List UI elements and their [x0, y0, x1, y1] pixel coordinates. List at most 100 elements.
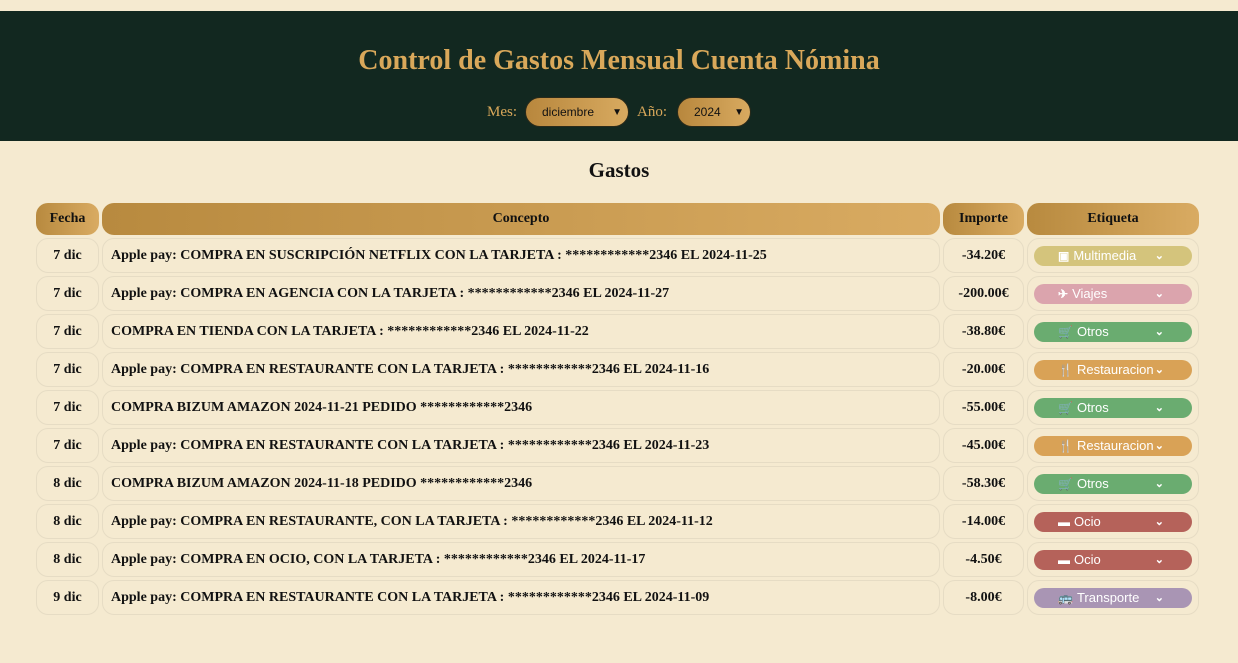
row-concept: Apple pay: COMPRA EN AGENCIA CON LA TARJ…	[102, 276, 940, 311]
multimedia-icon: ▣	[1058, 248, 1070, 263]
tag-label: Otros	[1076, 324, 1109, 339]
bus-icon: 🚌	[1058, 590, 1073, 605]
chevron-down-icon: ▼	[734, 106, 744, 118]
table-row: 7 dic Apple pay: COMPRA EN RESTAURANTE CO…	[36, 352, 1199, 387]
page-title: Control de Gastos Mensual Cuenta Nómina	[358, 45, 880, 76]
tag-label-group: 🛒 Otros	[1058, 476, 1109, 491]
column-header-concepto: Concepto	[102, 203, 940, 235]
chevron-down-icon: ⌄	[1154, 250, 1164, 262]
tag-label-group: 🚌 Transporte	[1058, 590, 1139, 605]
tag-label: Restauracion	[1076, 438, 1154, 453]
month-value: diciembre	[542, 105, 595, 119]
row-concept: COMPRA EN TIENDA CON LA TARJETA : ******…	[102, 314, 940, 349]
tag-label: Otros	[1076, 400, 1109, 415]
table-row: 8 dic Apple pay: COMPRA EN RESTAURANTE, C…	[36, 504, 1199, 539]
tag-label-group: ▬ Ocio	[1058, 514, 1101, 529]
row-amount: -14.00€	[943, 504, 1024, 539]
row-date: 7 dic	[36, 314, 99, 349]
row-date: 7 dic	[36, 238, 99, 273]
tag-label: Ocio	[1074, 552, 1101, 567]
utensils-icon: 🍴	[1058, 362, 1073, 377]
cart-icon: 🛒	[1058, 324, 1073, 339]
row-amount: -38.80€	[943, 314, 1024, 349]
row-date: 9 dic	[36, 580, 99, 615]
chevron-down-icon: ⌄	[1154, 592, 1164, 604]
row-concept: Apple pay: COMPRA EN SUSCRIPCIÓN NETFLIX…	[102, 238, 940, 273]
tag-label-group: ▣ Multimedia	[1058, 248, 1136, 263]
chevron-down-icon: ⌄	[1154, 288, 1164, 300]
tag-select[interactable]: 🍴 Restauracion ⌄	[1034, 435, 1192, 456]
row-tag-cell: 🍴 Restauracion ⌄	[1027, 352, 1199, 387]
row-tag-cell: 🚌 Transporte ⌄	[1027, 580, 1199, 615]
column-header-etiqueta: Etiqueta	[1027, 203, 1199, 235]
tag-select[interactable]: 🛒 Otros ⌄	[1034, 321, 1192, 342]
date-filters: Mes: diciembre ▼ Año: 2024 ▼	[0, 97, 1238, 127]
table-row: 7 dic COMPRA BIZUM AMAZON 2024-11-21 PEDI…	[36, 390, 1199, 425]
row-amount: -34.20€	[943, 238, 1024, 273]
tag-label: Ocio	[1074, 514, 1101, 529]
year-label: Año:	[637, 103, 667, 120]
table-row: 8 dic Apple pay: COMPRA EN OCIO, CON LA T…	[36, 542, 1199, 577]
chevron-down-icon: ⌄	[1154, 478, 1164, 490]
chevron-down-icon: ⌄	[1154, 364, 1164, 376]
chevron-down-icon: ▼	[612, 106, 622, 118]
chevron-down-icon: ⌄	[1154, 402, 1164, 414]
row-date: 7 dic	[36, 390, 99, 425]
tag-select[interactable]: ✈ Viajes ⌄	[1034, 283, 1192, 304]
tag-select[interactable]: 🛒 Otros ⌄	[1034, 473, 1192, 494]
row-concept: Apple pay: COMPRA EN RESTAURANTE CON LA …	[102, 580, 940, 615]
row-tag-cell: ▬ Ocio ⌄	[1027, 542, 1199, 577]
tag-select[interactable]: ▬ Ocio ⌄	[1034, 511, 1192, 532]
cart-icon: 🛒	[1058, 476, 1073, 491]
expenses-table: Fecha Concepto Importe Etiqueta 7 dic App…	[36, 203, 1199, 618]
tag-label: Restauracion	[1076, 362, 1154, 377]
cart-icon: 🛒	[1058, 400, 1073, 415]
chevron-down-icon: ⌄	[1154, 516, 1164, 528]
tag-select[interactable]: 🍴 Restauracion ⌄	[1034, 359, 1192, 380]
row-tag-cell: 🍴 Restauracion ⌄	[1027, 428, 1199, 463]
row-date: 7 dic	[36, 276, 99, 311]
month-select[interactable]: diciembre ▼	[525, 97, 629, 127]
row-amount: -200.00€	[943, 276, 1024, 311]
chevron-down-icon: ⌄	[1154, 440, 1164, 452]
table-row: 7 dic Apple pay: COMPRA EN RESTAURANTE CO…	[36, 428, 1199, 463]
row-tag-cell: ▣ Multimedia ⌄	[1027, 238, 1199, 273]
table-body: 7 dic Apple pay: COMPRA EN SUSCRIPCIÓN NE…	[36, 238, 1199, 615]
row-concept: Apple pay: COMPRA EN RESTAURANTE, CON LA…	[102, 504, 940, 539]
ticket-icon: ▬	[1058, 514, 1070, 529]
table-header: Fecha Concepto Importe Etiqueta	[36, 203, 1199, 235]
column-header-importe: Importe	[943, 203, 1024, 235]
tag-label: Viajes	[1072, 286, 1108, 301]
row-tag-cell: 🛒 Otros ⌄	[1027, 466, 1199, 501]
row-concept: Apple pay: COMPRA EN RESTAURANTE CON LA …	[102, 352, 940, 387]
tag-select[interactable]: 🛒 Otros ⌄	[1034, 397, 1192, 418]
table-row: 8 dic COMPRA BIZUM AMAZON 2024-11-18 PEDI…	[36, 466, 1199, 501]
row-tag-cell: ✈ Viajes ⌄	[1027, 276, 1199, 311]
year-select[interactable]: 2024 ▼	[677, 97, 751, 127]
tag-label-group: 🛒 Otros	[1058, 324, 1109, 339]
section-title: Gastos	[588, 158, 650, 182]
page-header: Control de Gastos Mensual Cuenta Nómina …	[0, 11, 1238, 141]
row-amount: -4.50€	[943, 542, 1024, 577]
tag-label-group: ▬ Ocio	[1058, 552, 1101, 567]
tag-select[interactable]: ▣ Multimedia ⌄	[1034, 245, 1192, 266]
tag-label-group: 🍴 Restauracion	[1058, 362, 1154, 377]
row-concept: COMPRA BIZUM AMAZON 2024-11-21 PEDIDO **…	[102, 390, 940, 425]
table-row: 7 dic Apple pay: COMPRA EN AGENCIA CON LA…	[36, 276, 1199, 311]
tag-select[interactable]: ▬ Ocio ⌄	[1034, 549, 1192, 570]
table-row: 7 dic COMPRA EN TIENDA CON LA TARJETA : *…	[36, 314, 1199, 349]
row-date: 7 dic	[36, 352, 99, 387]
tag-label: Multimedia	[1073, 248, 1137, 263]
month-label: Mes:	[487, 103, 517, 120]
tag-label-group: 🛒 Otros	[1058, 400, 1109, 415]
tag-label-group: ✈ Viajes	[1058, 286, 1107, 301]
chevron-down-icon: ⌄	[1154, 326, 1164, 338]
row-concept: Apple pay: COMPRA EN OCIO, CON LA TARJET…	[102, 542, 940, 577]
chevron-down-icon: ⌄	[1154, 554, 1164, 566]
row-date: 8 dic	[36, 466, 99, 501]
tag-label: Transporte	[1076, 590, 1140, 605]
column-header-fecha: Fecha	[36, 203, 99, 235]
year-value: 2024	[694, 105, 721, 119]
tag-select[interactable]: 🚌 Transporte ⌄	[1034, 587, 1192, 608]
table-row: 7 dic Apple pay: COMPRA EN SUSCRIPCIÓN NE…	[36, 238, 1199, 273]
